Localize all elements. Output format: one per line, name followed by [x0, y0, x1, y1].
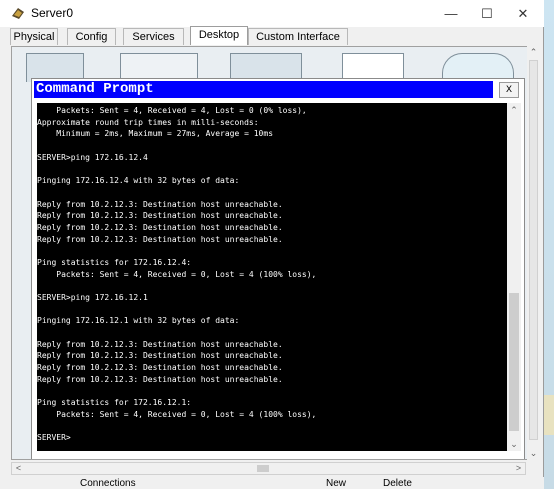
- background-window-edge: [544, 395, 554, 435]
- tab-physical[interactable]: Physical: [10, 28, 58, 45]
- scrollbar-thumb[interactable]: [509, 293, 519, 431]
- window-horizontal-scrollbar[interactable]: < >: [11, 462, 526, 475]
- command-prompt-close-button[interactable]: X: [499, 82, 519, 98]
- maximize-button[interactable]: ☐: [470, 0, 504, 27]
- scrollbar-thumb[interactable]: [257, 465, 269, 472]
- terminal-line: SERVER>ping 172.16.12.4: [37, 152, 148, 162]
- window-title: Server0: [31, 6, 74, 20]
- scroll-right-icon[interactable]: >: [512, 463, 525, 474]
- terminal-line: Reply from 10.2.12.3: Destination host u…: [37, 211, 283, 221]
- scroll-down-icon[interactable]: ⌄: [507, 437, 521, 451]
- terminal-line: Reply from 10.2.12.3: Destination host u…: [37, 351, 283, 361]
- scrollbar-thumb[interactable]: [529, 60, 538, 440]
- footer-bar: Connections New Delete: [0, 477, 544, 489]
- terminal-line: Reply from 10.2.12.3: Destination host u…: [37, 363, 283, 373]
- terminal-line: Ping statistics for 172.16.12.4:: [37, 257, 192, 267]
- close-window-button[interactable]: ✕: [506, 0, 540, 27]
- command-prompt-title: Command Prompt: [34, 81, 493, 98]
- terminal-line: Reply from 10.2.12.3: Destination host u…: [37, 374, 283, 384]
- terminal-line: SERVER>: [37, 433, 71, 443]
- terminal-line: Pinging 172.16.12.1 with 32 bytes of dat…: [37, 316, 240, 326]
- tab-desktop[interactable]: Desktop: [190, 26, 248, 45]
- tab-config[interactable]: Config: [67, 28, 116, 45]
- terminal-line: Packets: Sent = 4, Received = 0, Lost = …: [37, 269, 317, 279]
- desktop-panel: Command Prompt X Packets: Sent = 4, Rece…: [11, 46, 540, 460]
- terminal-line: Packets: Sent = 4, Received = 4, Lost = …: [37, 106, 307, 115]
- terminal-scrollbar[interactable]: ⌃ ⌄: [507, 103, 521, 451]
- terminal-line: Reply from 10.2.12.3: Destination host u…: [37, 222, 283, 232]
- minimize-button[interactable]: —: [434, 0, 468, 27]
- terminal-line: Approximate round trip times in milli-se…: [37, 117, 259, 127]
- tab-custom-interface[interactable]: Custom Interface: [248, 28, 348, 45]
- scroll-up-icon[interactable]: ⌃: [507, 103, 521, 117]
- terminal-line: SERVER>ping 172.16.12.1: [37, 293, 148, 302]
- packet-tracer-app-icon: [10, 6, 26, 20]
- terminal-line: Reply from 10.2.12.3: Destination host u…: [37, 234, 283, 244]
- terminal-line: Reply from 10.2.12.3: Destination host u…: [37, 339, 283, 349]
- terminal-line: Pinging 172.16.12.4 with 32 bytes of dat…: [37, 176, 240, 186]
- window-vertical-scrollbar[interactable]: ⌃ ⌄: [527, 46, 540, 460]
- terminal-output[interactable]: Packets: Sent = 4, Received = 4, Lost = …: [37, 103, 507, 451]
- title-bar: Server0 — ☐ ✕: [0, 0, 544, 27]
- terminal-line: Minimum = 2ms, Maximum = 27ms, Average =…: [37, 129, 274, 139]
- tab-services[interactable]: Services: [123, 28, 184, 45]
- terminal-line: Reply from 10.2.12.3: Destination host u…: [37, 199, 283, 209]
- terminal-line: Ping statistics for 172.16.12.1:: [37, 398, 192, 408]
- scroll-down-icon[interactable]: ⌄: [527, 447, 540, 460]
- scroll-up-icon[interactable]: ⌃: [527, 46, 540, 59]
- terminal-line: Packets: Sent = 4, Received = 0, Lost = …: [37, 409, 317, 419]
- command-prompt-window: Command Prompt X Packets: Sent = 4, Rece…: [31, 78, 525, 459]
- server-window: Server0 — ☐ ✕ Physical Config Services D…: [0, 0, 544, 489]
- scroll-left-icon[interactable]: <: [12, 463, 25, 474]
